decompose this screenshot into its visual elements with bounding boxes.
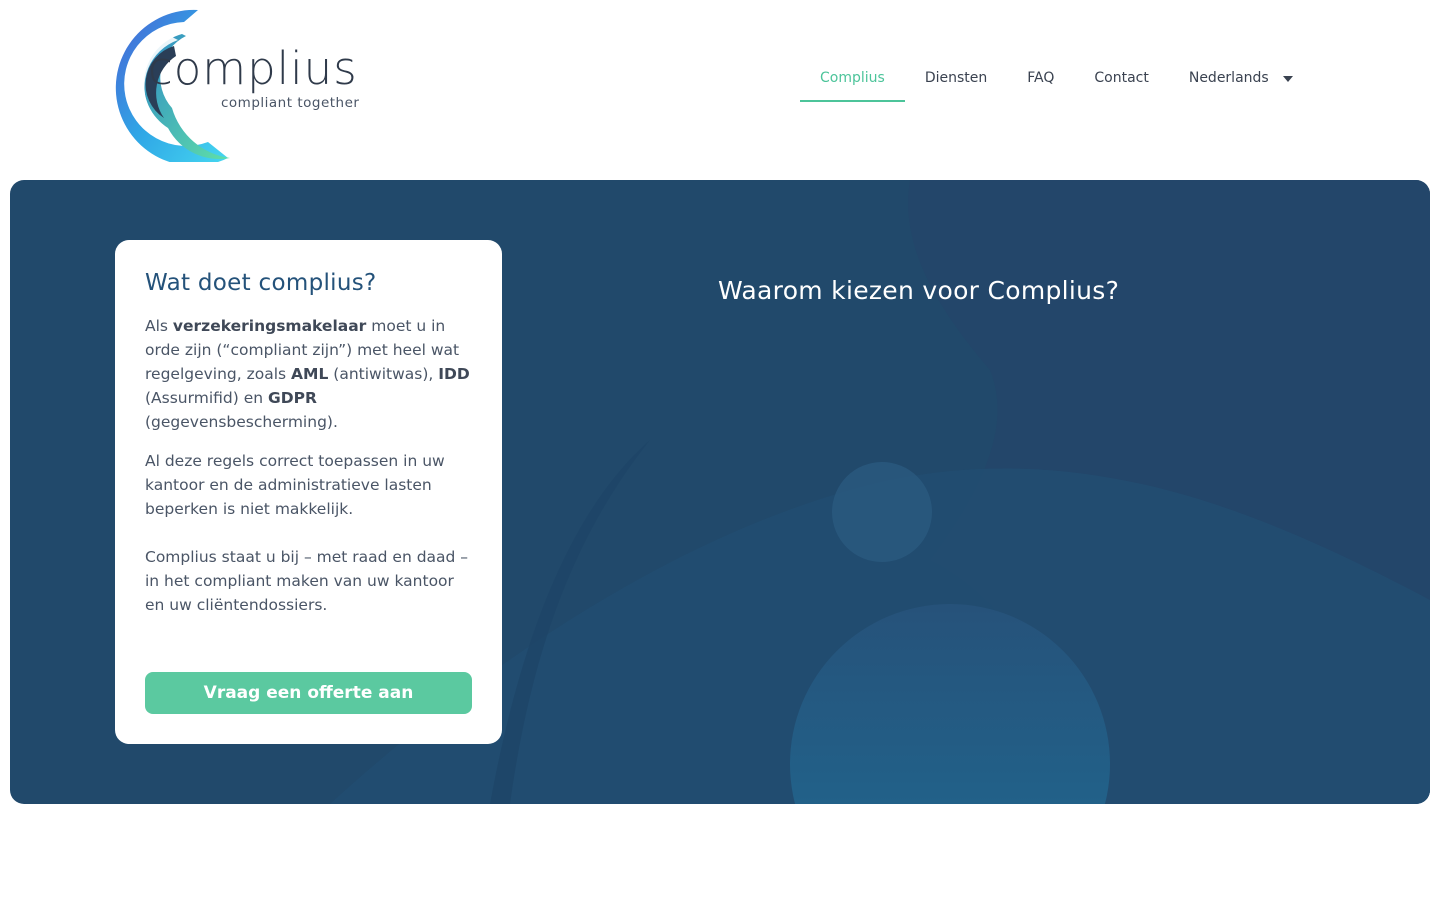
site-header: complius compliant together Complius Die…	[0, 0, 1440, 180]
language-label: Nederlands	[1188, 70, 1269, 86]
bold-term: IDD	[438, 365, 470, 383]
text-span: Als	[145, 317, 173, 335]
caret-down-icon	[1282, 76, 1293, 82]
hero-section: Wat doet complius? Als verzekeringsmakel…	[10, 180, 1430, 804]
hero-heading: Waarom kiezen voor Complius?	[718, 276, 1120, 305]
card-title: Wat doet complius?	[145, 270, 377, 296]
nav-item-contact[interactable]: Contact	[1074, 56, 1168, 102]
bold-term: AML	[291, 365, 329, 383]
main-nav: Complius Diensten FAQ Contact Nederlands	[800, 56, 1313, 102]
card-paragraph-2: Al deze regels correct toepassen in uw k…	[145, 452, 445, 518]
logo-tagline: compliant together	[221, 95, 360, 111]
bold-term: verzekeringsmakelaar	[172, 317, 367, 335]
info-card: Wat doet complius? Als verzekeringsmakel…	[115, 240, 502, 744]
text-span: (gegevensbescherming).	[145, 413, 338, 431]
logo-wordmark: complius	[148, 42, 358, 95]
nav-item-diensten[interactable]: Diensten	[905, 56, 1007, 102]
complius-logo[interactable]: complius compliant together	[78, 0, 378, 162]
request-quote-button[interactable]: Vraag een offerte aan	[145, 672, 472, 714]
nav-item-complius[interactable]: Complius	[800, 56, 905, 102]
bold-term: GDPR	[268, 389, 317, 407]
card-paragraph-1: Als verzekeringsmakelaar moet u in orde …	[145, 314, 472, 434]
language-selector[interactable]: Nederlands	[1169, 56, 1313, 102]
card-paragraph-3: Complius staat u bij – met raad en daad …	[145, 548, 469, 614]
text-span: (Assurmifid) en	[145, 389, 268, 407]
text-span: (antiwitwas),	[328, 365, 439, 383]
nav-item-faq[interactable]: FAQ	[1007, 56, 1074, 102]
